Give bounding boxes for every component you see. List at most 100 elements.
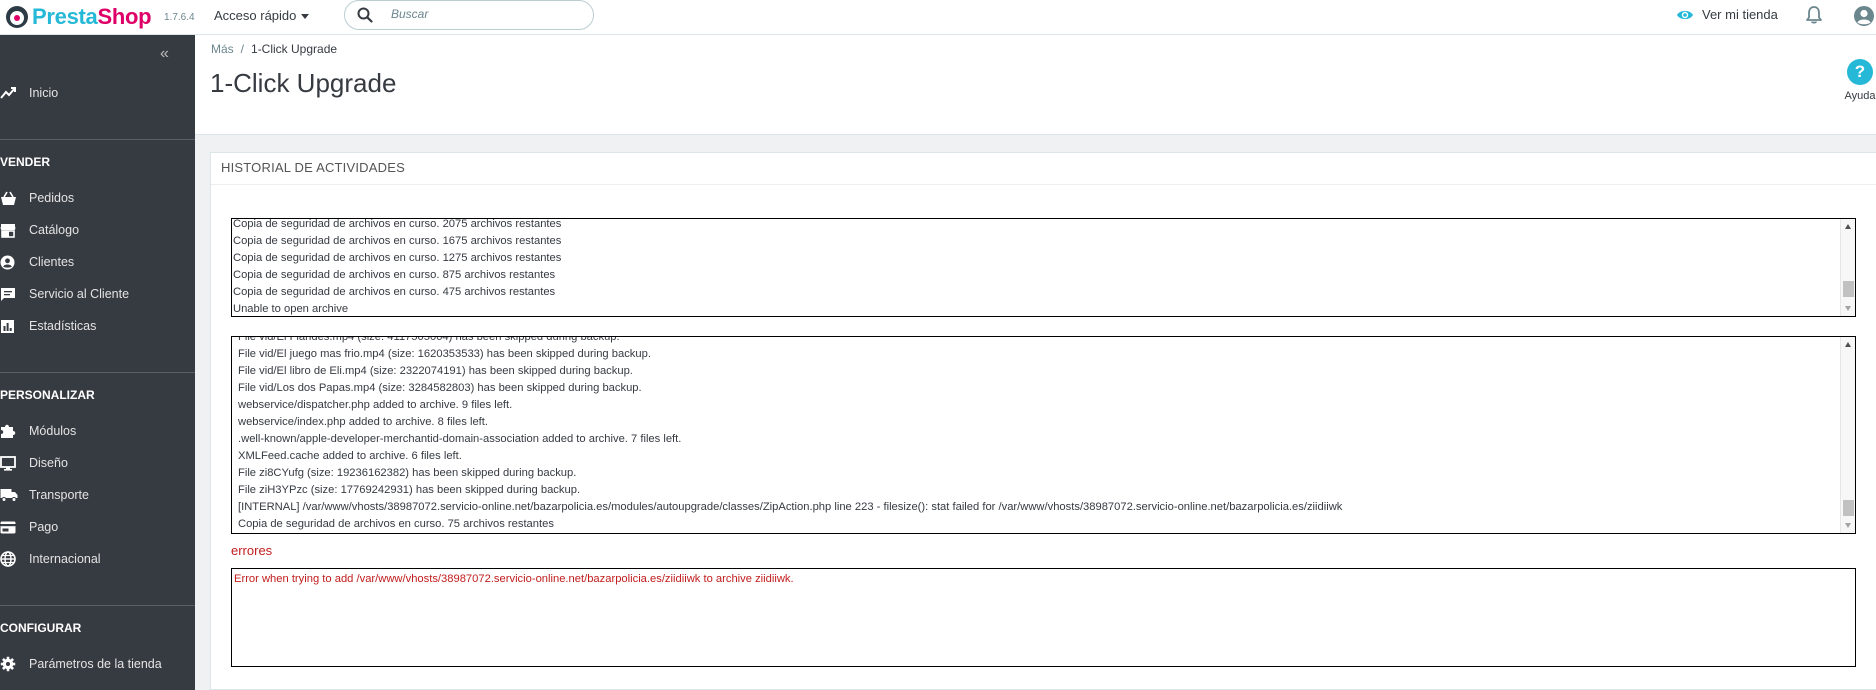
sidebar-divider — [0, 372, 195, 373]
account-circle-icon — [0, 252, 20, 272]
sidebar-item-international[interactable]: Internacional — [0, 548, 101, 570]
desktop-icon — [0, 453, 20, 473]
section-title-sell: VENDER — [0, 155, 51, 169]
store-icon — [0, 220, 20, 240]
view-store-link[interactable]: Ver mi tienda — [1676, 7, 1778, 22]
log-line: File zi8CYufg (size: 19236162382) has be… — [238, 467, 577, 479]
sidebar-item-payment[interactable]: Pago — [0, 516, 58, 538]
credit-card-icon — [0, 517, 20, 537]
shopping-basket-icon — [0, 188, 20, 208]
scroll-up-icon[interactable] — [1845, 224, 1851, 229]
log-line: webservice/index.php added to archive. 8… — [238, 416, 488, 428]
log-line: Copia de seguridad de archivos en curso.… — [233, 235, 562, 247]
breadcrumb: Más / 1-Click Upgrade — [211, 42, 337, 56]
log-line: File ziH3YPzc (size: 17769242931) has be… — [238, 484, 581, 496]
sidebar-item-design[interactable]: Diseño — [0, 452, 68, 474]
page-header: Más / 1-Click Upgrade 1-Click Upgrade ? Ay… — [195, 35, 1876, 135]
sidebar-item-label: Módulos — [29, 424, 77, 438]
sidebar: « Inicio VENDER Pedidos Catálogo Cliente… — [0, 35, 195, 690]
page-title: 1-Click Upgrade — [210, 68, 397, 98]
log-line: .well-known/apple-developer-merchantid-d… — [238, 433, 682, 445]
sidebar-item-label: Pago — [29, 520, 59, 534]
log-line: XMLFeed.cache added to archive. 6 files … — [238, 450, 462, 462]
eye-icon — [1677, 10, 1693, 19]
user-avatar-icon[interactable] — [1853, 5, 1875, 27]
log-line: [INTERNAL] /var/www/vhosts/38987072.serv… — [238, 501, 1343, 513]
breadcrumb-current: 1-Click Upgrade — [251, 42, 338, 56]
search-box[interactable] — [344, 0, 594, 30]
collapse-sidebar-icon[interactable]: « — [160, 45, 169, 63]
gear-icon — [0, 654, 20, 674]
sidebar-item-label: Catálogo — [29, 223, 80, 237]
sidebar-item-modules[interactable]: Módulos — [0, 420, 76, 442]
errors-label: errores — [231, 543, 273, 558]
breadcrumb-parent-link[interactable]: Más — [211, 42, 234, 56]
error-log-box[interactable]: Error when trying to add /var/www/vhosts… — [231, 568, 1856, 667]
prestashop-logo[interactable]: PrestaShop — [6, 3, 152, 31]
scroll-down-icon[interactable] — [1845, 306, 1851, 311]
log-line: webservice/dispatcher.php added to archi… — [238, 399, 513, 411]
activity-log-box[interactable]: Copia de seguridad de archivos en curso.… — [231, 218, 1856, 317]
sidebar-item-home[interactable]: Inicio — [0, 82, 58, 104]
log-line: Copia de seguridad de archivos en curso.… — [233, 218, 562, 230]
sidebar-item-label: Estadísticas — [29, 319, 97, 333]
log-lines: Copia de seguridad de archivos en curso.… — [233, 218, 1837, 316]
sidebar-item-catalog[interactable]: Catálogo — [0, 219, 79, 241]
help-label: Ayuda — [1844, 90, 1876, 102]
sidebar-item-label: Pedidos — [29, 191, 75, 205]
log-line: File vid/El libro de Eli.mp4 (size: 2322… — [238, 365, 633, 377]
log-lines: File vid/El Flandes.mp4 (size: 411750506… — [238, 336, 1837, 533]
quick-access-dropdown[interactable]: Acceso rápido — [214, 8, 310, 23]
scroll-up-icon[interactable] — [1845, 342, 1851, 347]
sidebar-divider — [0, 139, 195, 140]
detailed-log-box[interactable]: File vid/El Flandes.mp4 (size: 411750506… — [231, 336, 1856, 534]
sidebar-item-label: Diseño — [29, 456, 68, 470]
error-message: Error when trying to add /var/www/vhosts… — [234, 573, 794, 585]
help-button[interactable]: ? Ayuda — [1840, 59, 1876, 102]
log-line: Copia de seguridad de archivos en curso.… — [233, 286, 556, 298]
log-scrollbar[interactable] — [1840, 219, 1855, 316]
view-store-label: Ver mi tienda — [1702, 7, 1778, 22]
help-question-icon: ? — [1847, 59, 1873, 85]
log-scrollbar[interactable] — [1840, 337, 1855, 533]
panel-heading: HISTORIAL DE ACTIVIDADES — [211, 153, 1876, 185]
trending-up-icon — [0, 83, 20, 103]
sidebar-divider — [0, 605, 195, 606]
search-input[interactable] — [391, 7, 581, 21]
globe-icon — [0, 549, 20, 569]
sidebar-item-shipping[interactable]: Transporte — [0, 484, 89, 506]
log-line: File vid/Los dos Papas.mp4 (size: 328458… — [238, 382, 642, 394]
breadcrumb-separator: / — [240, 42, 245, 56]
puffin-logo-icon — [6, 6, 28, 28]
scroll-down-icon[interactable] — [1845, 523, 1851, 528]
scroll-thumb[interactable] — [1843, 281, 1854, 297]
sidebar-item-shop-parameters[interactable]: Parámetros de la tienda — [0, 653, 162, 675]
log-line: Copia de seguridad de archivos en curso.… — [233, 269, 556, 281]
sidebar-item-stats[interactable]: Estadísticas — [0, 315, 96, 337]
sidebar-item-label: Inicio — [29, 86, 59, 100]
puzzle-icon — [0, 421, 20, 441]
logo-text: PrestaShop — [32, 4, 152, 29]
bar-chart-icon — [0, 316, 20, 336]
version-label: 1.7.6.4 — [164, 12, 195, 23]
top-header: PrestaShop 1.7.6.4 Acceso rápido Ver mi … — [0, 0, 1876, 35]
sidebar-item-label: Clientes — [29, 255, 75, 269]
bell-icon[interactable] — [1805, 5, 1823, 25]
section-title-customize: PERSONALIZAR — [0, 388, 95, 402]
caret-down-icon — [301, 14, 310, 20]
sidebar-item-customer-service[interactable]: Servicio al Cliente — [0, 283, 129, 305]
sidebar-item-label: Internacional — [29, 552, 101, 566]
search-icon[interactable] — [357, 7, 373, 23]
quick-access-label: Acceso rápido — [214, 8, 297, 23]
truck-icon — [0, 485, 20, 505]
section-title-configure: CONFIGURAR — [0, 621, 82, 635]
log-line: File vid/El Flandes.mp4 (size: 411750506… — [238, 336, 620, 343]
log-line: Unable to open archive — [233, 303, 349, 315]
sidebar-item-orders[interactable]: Pedidos — [0, 187, 74, 209]
log-line: File vid/El juego mas frio.mp4 (size: 16… — [238, 348, 651, 360]
log-line: Copia de seguridad de archivos en curso.… — [238, 518, 554, 530]
sidebar-item-label: Servicio al Cliente — [29, 287, 130, 301]
scroll-thumb[interactable] — [1843, 500, 1854, 516]
sidebar-item-customers[interactable]: Clientes — [0, 251, 74, 273]
sidebar-item-label: Transporte — [29, 488, 89, 502]
